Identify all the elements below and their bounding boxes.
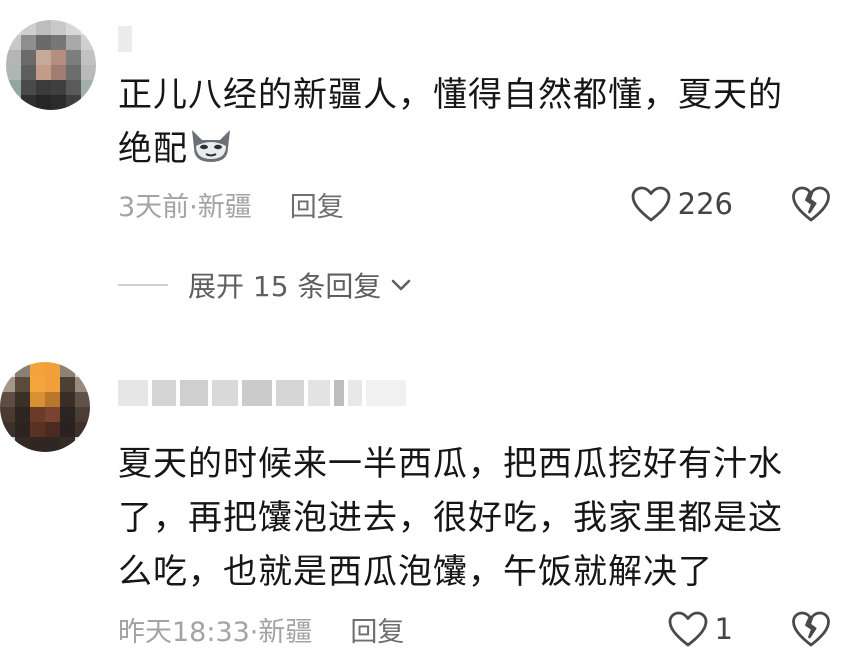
comment-text-line: 夏天的时候来一半西瓜，把西瓜挖好有汁水: [118, 444, 783, 484]
comment-text: 夏天的时候来一半西瓜，把西瓜挖好有汁水 了，再把馕泡进去，很好吃，我家里都是这 …: [118, 437, 827, 599]
comment-text-line: 么吃，也就是西瓜泡馕，午饭就解决了: [118, 552, 713, 592]
broken-heart-icon[interactable]: [791, 610, 831, 648]
expand-replies-button[interactable]: 展开 15 条回复: [118, 263, 413, 307]
like-count: 226: [677, 187, 733, 221]
like-button[interactable]: 226: [630, 185, 733, 223]
comment-text-line: 绝配: [118, 129, 188, 169]
like-button[interactable]: 1: [667, 610, 733, 648]
comment-meta: 3天前·新疆 回复 226: [118, 184, 831, 224]
heart-outline-icon: [668, 611, 707, 647]
username-blurred[interactable]: [118, 376, 406, 410]
avatar[interactable]: [6, 20, 96, 110]
comment-text-line: 正儿八经的新疆人，懂得自然都懂，夏天的: [118, 75, 783, 115]
avatar[interactable]: [0, 362, 90, 452]
cat-face-icon: [192, 130, 230, 162]
like-count: 1: [714, 612, 733, 646]
comment-meta: 昨天18:33·新疆 回复 1: [118, 609, 831, 649]
comment-text: 正儿八经的新疆人，懂得自然都懂，夏天的 绝配: [118, 68, 827, 176]
expand-replies-label: 展开 15 条回复: [188, 270, 382, 303]
comment-text-line: 了，再把馕泡进去，很好吃，我家里都是这: [118, 498, 783, 538]
reply-button[interactable]: 回复: [290, 185, 344, 224]
username-blurred[interactable]: [118, 22, 132, 56]
reply-button[interactable]: 回复: [350, 610, 404, 649]
broken-heart-icon[interactable]: [791, 185, 831, 223]
timestamp-location: 3天前·新疆: [118, 191, 252, 223]
chevron-down-icon: [392, 279, 411, 291]
heart-outline-icon: [631, 186, 671, 222]
timestamp-location: 昨天18:33·新疆: [118, 616, 313, 648]
divider-line: [118, 284, 168, 286]
